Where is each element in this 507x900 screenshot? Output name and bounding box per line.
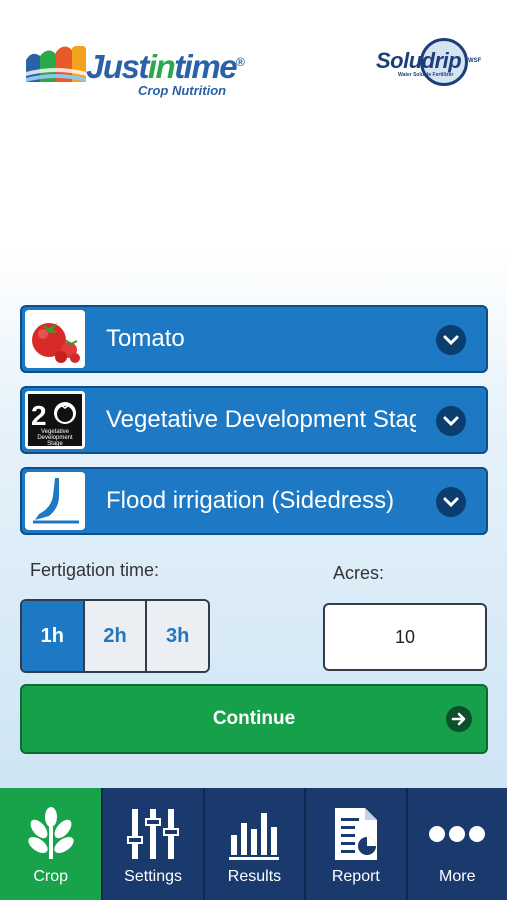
tab-crop[interactable]: Crop — [0, 788, 102, 900]
tab-report-label: Report — [331, 868, 380, 885]
soludrip-tag: WSF — [468, 58, 482, 64]
fertigation-option-1h[interactable]: 1h — [22, 601, 83, 671]
leaf-icon — [21, 806, 81, 862]
fertigation-option-2h[interactable]: 2h — [82, 601, 146, 671]
continue-button[interactable]: Continue — [20, 684, 488, 754]
stage-2-icon: 2 Vegetative Development Stage — [25, 391, 85, 449]
chevron-down-icon — [436, 325, 466, 355]
tab-crop-label: Crop — [33, 868, 69, 885]
soludrip-subtitle: Water Soluble Fertilizer — [398, 72, 454, 78]
stage-select-label: Vegetative Development Stage — [106, 406, 416, 433]
acres-input[interactable]: 10 — [323, 603, 487, 671]
fertigation-option-3h[interactable]: 3h — [145, 601, 208, 671]
sliders-icon — [123, 806, 183, 862]
irrigation-select-label: Flood irrigation (Sidedress) — [106, 487, 395, 514]
tab-results-label: Results — [227, 868, 282, 885]
tomato-icon — [25, 310, 85, 368]
fertigation-time-label: Fertigation time: — [30, 560, 160, 580]
soludrip-logo: Soludrip WSF Water Soluble Fertilizer — [376, 38, 486, 90]
bar-chart-icon — [224, 806, 284, 862]
crop-select-label: Tomato — [106, 325, 185, 352]
crop-select[interactable]: Tomato — [20, 305, 488, 373]
continue-button-label: Continue — [212, 708, 296, 729]
soludrip-wordmark: Soludrip — [376, 48, 462, 73]
chevron-down-icon — [436, 406, 466, 436]
arrow-right-icon — [446, 706, 472, 732]
tab-report[interactable]: Report — [304, 788, 405, 900]
tab-more-label: More — [439, 868, 476, 885]
sidedress-blade-icon — [25, 472, 85, 530]
more-dots-icon — [427, 806, 487, 862]
tab-more[interactable]: More — [405, 788, 507, 900]
irrigation-select[interactable]: Flood irrigation (Sidedress) — [20, 467, 488, 535]
tab-settings[interactable]: Settings — [101, 788, 202, 900]
tab-settings-label: Settings — [124, 868, 182, 885]
app-header: Justintime® Crop Nutrition Soludrip WSF … — [0, 0, 507, 120]
svg-text:Stage: Stage — [47, 441, 63, 447]
justintime-logo-mark-icon — [26, 46, 86, 82]
justintime-logo: Justintime® Crop Nutrition — [24, 40, 264, 104]
report-document-icon — [326, 806, 386, 862]
bottom-tab-bar: Crop Settings Results Report More — [0, 788, 507, 900]
justintime-wordmark: Justintime® — [86, 48, 245, 85]
stage-select[interactable]: 2 Vegetative Development Stage Vegetativ… — [20, 386, 488, 454]
crop-nutrition-subtitle: Crop Nutrition — [138, 83, 227, 98]
acres-label: Acres: — [333, 563, 385, 583]
tab-results[interactable]: Results — [202, 788, 304, 900]
fertigation-time-segmented-control: 1h 2h 3h — [20, 599, 210, 673]
svg-text:2: 2 — [31, 400, 47, 431]
chevron-down-icon — [436, 487, 466, 517]
